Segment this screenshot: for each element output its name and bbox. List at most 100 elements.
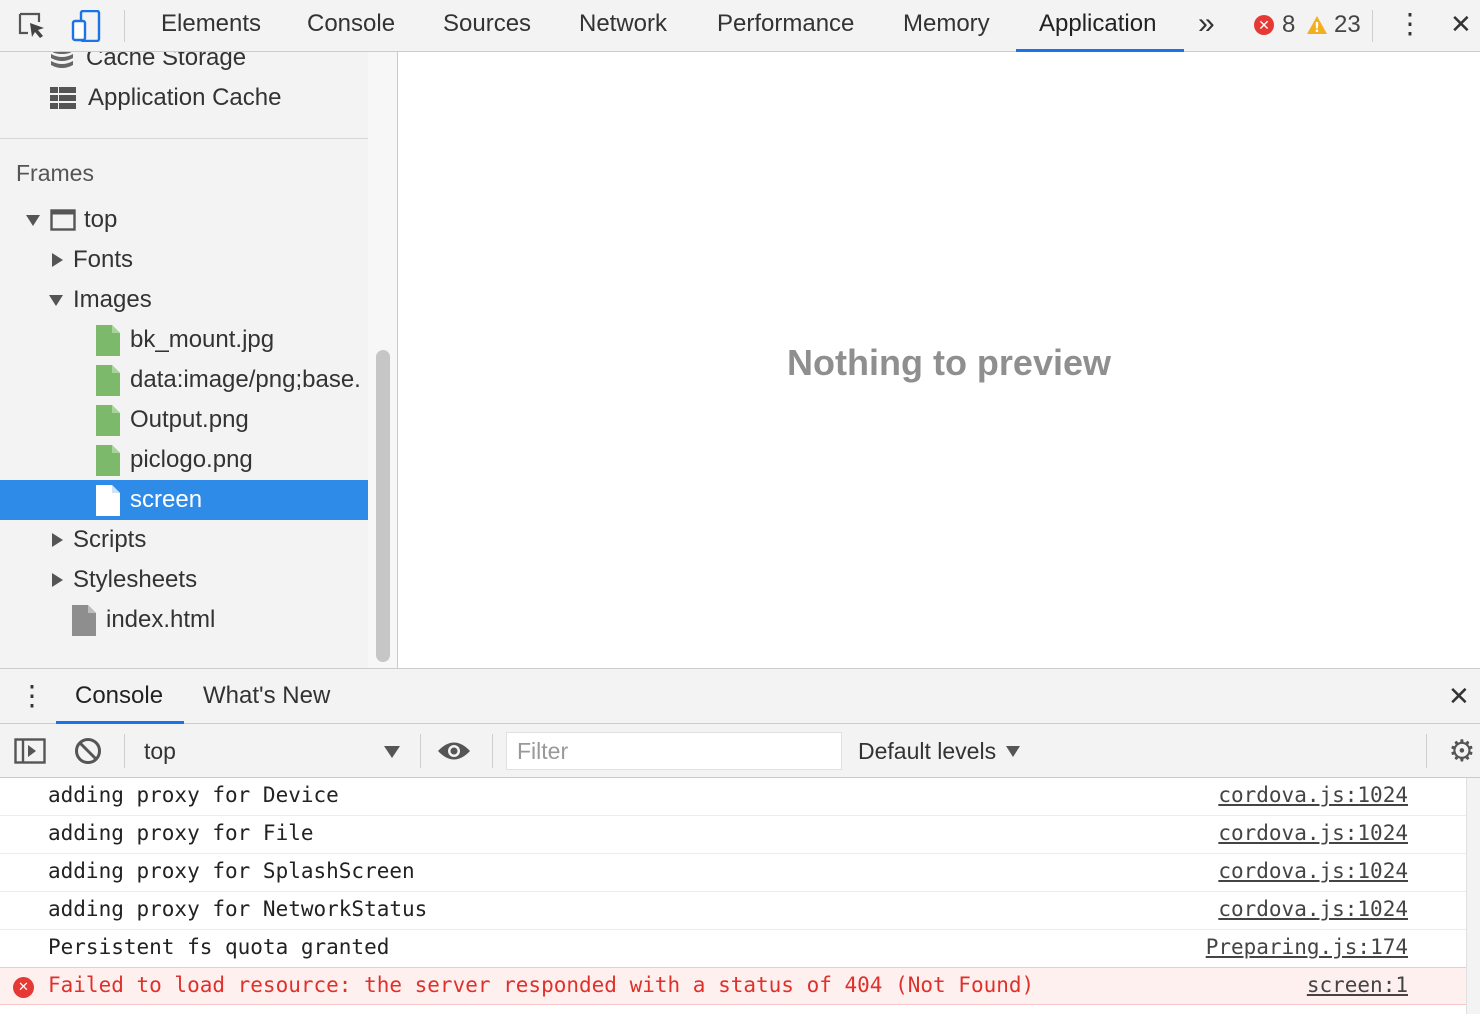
grid-icon [50,87,76,109]
tree-folder-fonts[interactable]: Fonts [0,240,368,280]
image-file-icon [96,364,120,396]
sidebar-scrollbar[interactable] [376,350,390,662]
sidebar-toggle-icon[interactable] [12,733,48,769]
application-sidebar: Cache Storage Application Cache Frames t… [0,52,398,668]
close-drawer-icon[interactable]: ✕ [1448,669,1470,724]
message-source-link[interactable]: cordova.js:1024 [1218,859,1408,883]
tab-application[interactable]: Application [1016,0,1184,52]
collapse-arrow-icon[interactable] [52,253,63,267]
tab-sources[interactable]: Sources [420,0,554,52]
message-text: adding proxy for NetworkStatus [48,897,428,921]
toolbar-separator [124,734,125,768]
svg-text:!: ! [1314,21,1320,35]
message-source-link[interactable]: cordova.js:1024 [1218,783,1408,807]
message-text: Failed to load resource: the server resp… [48,973,1035,997]
toolbar-separator [124,10,125,42]
html-file-icon [72,604,96,636]
empty-preview-message: Nothing to preview [787,342,1111,383]
live-expression-eye-icon[interactable] [436,733,472,769]
tree-file-output[interactable]: Output.png [0,400,368,440]
message-text: adding proxy for SplashScreen [48,859,415,883]
error-icon: ✕ [1254,15,1274,35]
dropdown-arrow-icon [1006,745,1021,757]
console-error-message: ✕ Failed to load resource: the server re… [0,967,1466,1005]
tree-item-label: Images [73,286,152,313]
context-value: top [144,737,176,764]
drawer-tab-console[interactable]: Console [56,669,184,724]
database-icon [50,52,74,71]
tree-file-piclogo[interactable]: piclogo.png [0,440,368,480]
console-message: Persistent fs quota granted Preparing.js… [0,930,1466,968]
collapse-arrow-icon[interactable] [52,573,63,587]
image-file-icon [96,444,120,476]
sidebar-item-label: Cache Storage [86,52,247,71]
device-toolbar-icon[interactable] [68,8,104,44]
tree-file-bk-mount[interactable]: bk_mount.jpg [0,320,368,360]
console-settings-gear-icon[interactable]: ⚙ [1444,733,1480,769]
console-message: adding proxy for Device cordova.js:1024 [0,778,1466,816]
tree-file-index-html[interactable]: index.html [0,600,368,640]
drawer-tab-whats-new[interactable]: What's New [184,669,349,724]
error-count: 8 [1282,11,1296,38]
tree-item-label: Output.png [130,406,249,433]
tree-item-label: piclogo.png [130,446,253,473]
sidebar-item-application-cache[interactable]: Application Cache [0,78,368,118]
console-message: adding proxy for NetworkStatus cordova.j… [0,892,1466,930]
drawer-tab-bar: ⋮ Console What's New ✕ [0,668,1480,724]
tree-item-label: Scripts [73,526,147,553]
console-toolbar: top Filter Default levels ⚙ [0,724,1480,778]
frame-label: top [84,206,118,233]
collapse-arrow-icon[interactable] [52,533,63,547]
frames-section-header: Frames [16,160,94,186]
tree-item-label: Stylesheets [73,566,198,593]
more-tabs-icon[interactable]: » [1180,0,1233,52]
expand-arrow-icon[interactable] [49,294,63,306]
dropdown-arrow-icon [384,746,400,758]
tab-performance[interactable]: Performance [694,0,877,52]
message-source-link[interactable]: cordova.js:1024 [1218,897,1408,921]
inspect-element-icon[interactable] [14,8,50,44]
message-text: adding proxy for Device [48,783,339,807]
message-text: adding proxy for File [48,821,314,845]
toolbar-separator [492,734,493,768]
tree-folder-images[interactable]: Images [0,280,368,320]
sidebar-item-cache-storage[interactable]: Cache Storage [0,52,368,78]
tree-item-label: bk_mount.jpg [130,326,275,353]
log-levels-label: Default levels [858,737,997,764]
expand-arrow-icon[interactable] [26,214,40,226]
filter-input[interactable]: Filter [506,732,842,770]
sidebar-item-label: Application Cache [88,84,282,111]
log-levels-dropdown[interactable]: Default levels [858,734,1021,768]
close-devtools-icon[interactable]: ✕ [1440,0,1480,52]
message-text: Persistent fs quota granted [48,935,390,959]
tree-folder-stylesheets[interactable]: Stylesheets [0,560,368,600]
tree-item-label: data:image/png;base. [130,366,361,393]
tab-memory[interactable]: Memory [880,0,1013,52]
message-source-link[interactable]: screen:1 [1307,973,1408,997]
drawer-menu-icon[interactable]: ⋮ [18,669,46,724]
customize-menu-icon[interactable]: ⋮ [1386,0,1434,52]
tree-folder-scripts[interactable]: Scripts [0,520,368,560]
clear-console-icon[interactable] [70,733,106,769]
frame-top[interactable]: top [0,200,368,240]
tab-console[interactable]: Console [284,0,418,52]
warning-count-badge[interactable]: ! 23 [1306,10,1361,40]
tree-item-label: index.html [106,606,216,633]
tree-file-data-image[interactable]: data:image/png;base. [0,360,368,400]
toolbar-separator [1426,734,1427,768]
devtools-toolbar: Elements Console Sources Network Perform… [0,0,1480,52]
tree-item-label: Fonts [73,246,134,273]
image-file-icon [96,324,120,356]
toolbar-separator [420,734,421,768]
tab-network[interactable]: Network [556,0,690,52]
message-source-link[interactable]: Preparing.js:174 [1206,935,1408,959]
tree-file-screen[interactable]: screen [0,480,368,520]
tab-elements[interactable]: Elements [138,0,284,52]
document-file-icon [96,484,120,516]
message-source-link[interactable]: cordova.js:1024 [1218,821,1408,845]
error-icon: ✕ [13,977,34,998]
console-messages: adding proxy for Device cordova.js:1024 … [0,778,1466,1014]
error-count-badge[interactable]: ✕ 8 [1254,10,1295,40]
context-selector[interactable]: top [128,734,414,768]
console-scrollbar[interactable] [1466,778,1480,1014]
